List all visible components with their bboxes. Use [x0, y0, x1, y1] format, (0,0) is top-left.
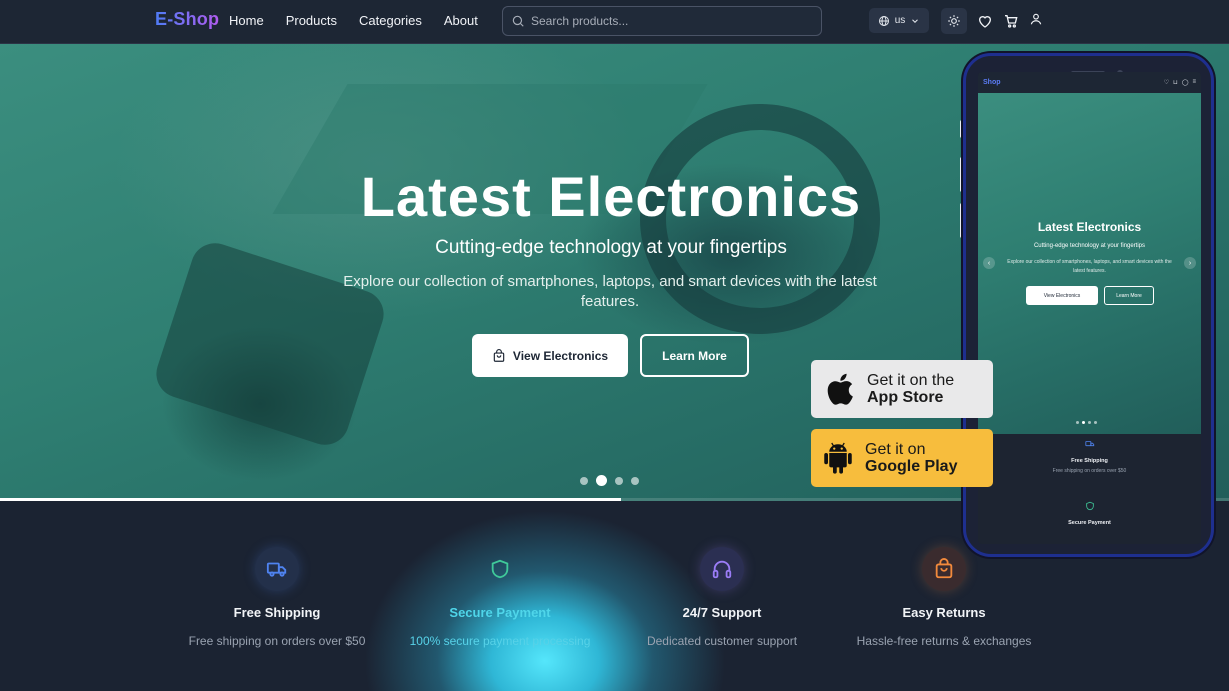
phone-learn-more-button: Learn More: [1104, 286, 1154, 305]
carousel-dot[interactable]: [615, 476, 623, 485]
carousel-dot-active[interactable]: [596, 475, 607, 486]
google-play-text: Get it on Google Play: [865, 441, 957, 475]
user-icon: [1030, 13, 1042, 25]
app-store-badge[interactable]: Get it on the App Store: [811, 360, 993, 418]
app-store-line1: Get it on the: [867, 372, 955, 389]
user-icon: ◯: [1181, 80, 1189, 86]
chevron-right-icon: ›: [1184, 257, 1196, 269]
shopping-bag-icon: [935, 558, 953, 579]
wishlist-button[interactable]: [972, 8, 998, 34]
search-icon: [512, 15, 524, 27]
view-electronics-button[interactable]: View Electronics: [472, 334, 628, 377]
search-input[interactable]: [531, 14, 801, 28]
cart-icon: ⊔: [1173, 80, 1178, 86]
hero-background-phone: [150, 237, 390, 451]
search-bar[interactable]: [502, 6, 822, 36]
carousel-dot[interactable]: [631, 476, 639, 485]
phone-hero: Latest Electronics Cutting-edge technolo…: [978, 93, 1201, 434]
feature-title: Secure Payment: [449, 605, 551, 620]
nav-link-about[interactable]: About: [444, 13, 478, 28]
truck-icon: [266, 562, 287, 577]
language-code: us: [894, 15, 906, 26]
truck-icon: [1084, 441, 1094, 447]
app-store-text: Get it on the App Store: [867, 372, 954, 406]
feature-icon-wrap: [478, 547, 522, 591]
phone-feature-icon-wrap: [1082, 436, 1098, 452]
nav-link-home[interactable]: Home: [229, 13, 264, 28]
feature-title: Easy Returns: [902, 605, 986, 620]
phone-mockup: Shop ♡ ⊔ ◯ ≡ Latest Electronics Cutting-…: [963, 53, 1214, 557]
hero-description: Explore our collection of smartphones, l…: [343, 273, 877, 310]
cart-icon: [1005, 15, 1018, 28]
phone-feature-title: Secure Payment: [1068, 520, 1111, 526]
learn-more-button[interactable]: Learn More: [640, 334, 749, 377]
feature-support: 24/7 Support Dedicated customer support: [612, 547, 832, 648]
phone-carousel-dot: [1088, 421, 1091, 424]
sun-icon: [948, 15, 960, 27]
phone-carousel-dots: [1076, 421, 1097, 424]
phone-feature-secure-payment: Secure Payment: [978, 498, 1201, 526]
app-store-line2: App Store: [867, 389, 944, 406]
chevron-left-icon: ‹: [983, 257, 995, 269]
phone-carousel-dot: [1094, 421, 1097, 424]
phone-carousel-dot: [1076, 421, 1079, 424]
nav-links: Home Products Categories About: [229, 13, 500, 28]
phone-navbar: Shop ♡ ⊔ ◯ ≡: [978, 72, 1201, 93]
feature-icon-wrap: [255, 547, 299, 591]
shopping-bag-icon: [493, 348, 505, 362]
feature-icon-wrap: [922, 547, 966, 591]
menu-icon: ≡: [1192, 79, 1196, 85]
phone-view-electronics-button: View Electronics: [1026, 286, 1098, 305]
language-selector[interactable]: us: [869, 8, 929, 33]
heart-icon: ♡: [1163, 80, 1170, 86]
phone-nav-icons: ♡ ⊔ ◯ ≡: [1164, 79, 1196, 86]
account-button[interactable]: [1023, 6, 1049, 32]
phone-feature-free-shipping: Free Shipping Free shipping on orders ov…: [978, 436, 1201, 474]
feature-free-shipping: Free Shipping Free shipping on orders ov…: [167, 547, 387, 648]
theme-toggle-button[interactable]: [941, 8, 967, 34]
carousel-dot[interactable]: [580, 476, 588, 485]
shield-icon: [1085, 501, 1094, 511]
view-electronics-label: View Electronics: [512, 348, 609, 363]
heart-icon: [978, 16, 992, 28]
globe-icon: [878, 15, 889, 26]
phone-hero-title: Latest Electronics: [1037, 220, 1142, 234]
feature-description: Dedicated customer support: [646, 634, 798, 648]
feature-description: Free shipping on orders over $50: [188, 634, 366, 648]
phone-hero-subtitle: Cutting-edge technology at your fingerti…: [1033, 243, 1146, 249]
phone-feature-title: Free Shipping: [1071, 458, 1108, 464]
apple-icon: [827, 373, 853, 405]
phone-logo: Shop: [983, 79, 1001, 86]
top-navbar: E-Shop Home Products Categories About us: [0, 0, 1229, 44]
google-play-line2: Google Play: [865, 458, 958, 475]
feature-title: 24/7 Support: [682, 605, 762, 620]
feature-secure-payment: Secure Payment 100% secure payment proce…: [390, 547, 610, 648]
nav-link-products[interactable]: Products: [286, 13, 337, 28]
google-play-line1: Get it on: [865, 441, 926, 458]
feature-title: Free Shipping: [233, 605, 321, 620]
phone-feature-description: Free shipping on orders over $50: [1052, 468, 1127, 474]
cart-button[interactable]: [998, 8, 1024, 34]
shield-icon: [491, 559, 509, 579]
headphones-icon: [712, 560, 732, 579]
phone-carousel-dot-active: [1082, 421, 1085, 424]
carousel-dots: [580, 475, 639, 486]
site-logo[interactable]: E-Shop: [155, 9, 219, 30]
chevron-down-icon: [912, 18, 919, 23]
phone-hero-description: Explore our collection of smartphones, l…: [1007, 259, 1172, 274]
phone-feature-icon-wrap: [1082, 498, 1098, 514]
android-icon: [824, 442, 852, 474]
google-play-badge[interactable]: Get it on Google Play: [811, 429, 993, 487]
feature-description: Hassle-free returns & exchanges: [856, 634, 1032, 648]
feature-description: 100% secure payment processing: [409, 634, 591, 648]
nav-link-categories[interactable]: Categories: [359, 13, 422, 28]
phone-screen: Shop ♡ ⊔ ◯ ≡ Latest Electronics Cutting-…: [978, 72, 1201, 544]
feature-easy-returns: Easy Returns Hassle-free returns & excha…: [834, 547, 1054, 648]
feature-icon-wrap: [700, 547, 744, 591]
